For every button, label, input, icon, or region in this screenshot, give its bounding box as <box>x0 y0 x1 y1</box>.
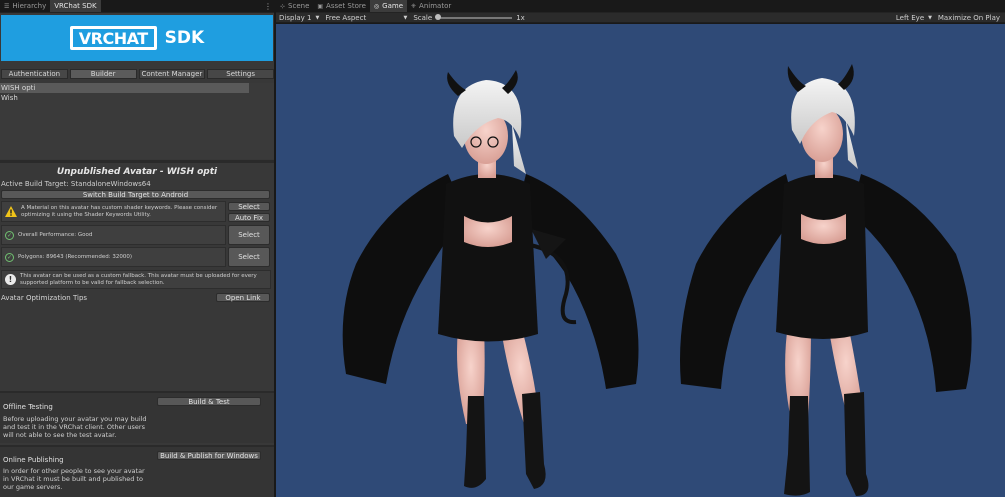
tab-scene[interactable]: ⊹ Scene <box>276 0 313 12</box>
online-publishing-section: Online Publishing Build & Publish for Wi… <box>0 445 274 497</box>
warning-text: A Material on this avatar has custom sha… <box>21 204 218 218</box>
avatar-model-left <box>342 70 639 489</box>
info-icon: ! <box>5 274 16 285</box>
online-publishing-title: Online Publishing <box>3 456 64 464</box>
vrchat-sdk-panel: ☰ Hierarchy VRChat SDK ⋮ VRCHAT SDK Auth… <box>0 0 274 497</box>
avatar-list-item-wish-opti[interactable]: WISH opti <box>0 83 249 93</box>
logo-text: VRCHAT <box>78 28 148 48</box>
tab-vrchat-sdk-label: VRChat SDK <box>54 2 97 10</box>
store-icon: ▣ <box>317 2 324 10</box>
scale-control: Scale 1x <box>410 13 527 22</box>
chevron-down-icon: ▼ <box>403 14 408 21</box>
maximize-on-play-toggle[interactable]: Maximize On Play <box>935 14 1003 22</box>
avatar-list-item-wish[interactable]: Wish <box>0 93 274 103</box>
tab-vrchat-sdk[interactable]: VRChat SDK <box>50 0 101 12</box>
optimization-tips-label: Avatar Optimization Tips <box>1 293 88 302</box>
polygons-text: Polygons: 89643 (Recommended: 32000) <box>18 253 133 260</box>
polygons-row: ✓ Polygons: 89643 (Recommended: 32000) <box>1 247 226 267</box>
panel-menu-icon[interactable]: ⋮ <box>262 0 274 12</box>
open-link-button[interactable]: Open Link <box>216 293 270 302</box>
tab-asset-store[interactable]: ▣ Asset Store <box>313 0 370 12</box>
online-publishing-description: In order for other people to see your av… <box>3 467 145 491</box>
chevron-down-icon: ▼ <box>315 14 320 21</box>
game-toolbar: Display 1 ▼ Free Aspect ▼ Scale 1x Left … <box>276 13 1005 23</box>
scale-slider-knob[interactable] <box>435 13 442 20</box>
tab-authentication[interactable]: Authentication <box>1 69 68 79</box>
warning-icon <box>5 206 17 217</box>
scene-icon: ⊹ <box>280 2 286 10</box>
select-material-button[interactable]: Select <box>228 202 270 211</box>
check-circle-icon: ✓ <box>5 230 14 240</box>
performance-text: Overall Performance: Good <box>18 231 93 238</box>
avatar-title: Unpublished Avatar - WISH opti <box>56 167 218 177</box>
left-tab-strip: ☰ Hierarchy VRChat SDK ⋮ <box>0 0 274 13</box>
build-and-test-button[interactable]: Build & Test <box>157 397 261 406</box>
scale-slider[interactable] <box>435 13 513 20</box>
game-view-panel: ⊹ Scene ▣ Asset Store ◎ Game ⁜ Animator … <box>276 0 1005 497</box>
game-icon: ◎ <box>373 2 380 10</box>
vrchat-logo: VRCHAT <box>69 26 157 50</box>
build-and-publish-button[interactable]: Build & Publish for Windows <box>157 451 261 460</box>
tab-builder[interactable]: Builder <box>69 69 137 79</box>
display-value: Display 1 <box>279 13 312 22</box>
tab-hierarchy-label: Hierarchy <box>12 2 47 10</box>
section-divider <box>0 160 274 163</box>
animator-icon: ⁜ <box>411 2 417 10</box>
tab-game[interactable]: ◎ Game <box>369 0 408 12</box>
tab-asset-store-label: Asset Store <box>326 2 366 10</box>
offline-testing-title: Offline Testing <box>3 403 53 411</box>
aspect-value: Free Aspect <box>325 13 367 22</box>
avatar-list: WISH opti Wish <box>0 83 274 159</box>
list-icon: ☰ <box>4 2 10 10</box>
tab-content-manager[interactable]: Content Manager <box>138 69 206 79</box>
display-dropdown[interactable]: Display 1 ▼ <box>276 14 322 22</box>
game-tab-strip: ⊹ Scene ▣ Asset Store ◎ Game ⁜ Animator <box>276 0 1005 13</box>
tab-scene-label: Scene <box>288 2 310 10</box>
chevron-down-icon: ▼ <box>928 14 932 21</box>
offline-testing-description: Before uploading your avatar you may bui… <box>3 415 147 439</box>
eye-value: Left Eye <box>895 13 925 22</box>
select-performance-button[interactable]: Select <box>228 225 270 245</box>
build-target-label: Active Build Target: StandaloneWindows64 <box>1 180 151 188</box>
scale-value: 1x <box>516 13 525 22</box>
sdk-logo-text: SDK <box>164 28 205 48</box>
fallback-info: ! This avatar can be used as a custom fa… <box>1 270 271 289</box>
tab-hierarchy[interactable]: ☰ Hierarchy <box>0 0 50 12</box>
fallback-text: This avatar can be used as a custom fall… <box>20 272 257 286</box>
switch-build-target-button[interactable]: Switch Build Target to Android <box>1 190 270 199</box>
tab-game-label: Game <box>382 2 404 10</box>
avatar-model-right <box>680 64 972 496</box>
auto-fix-button[interactable]: Auto Fix <box>228 213 270 222</box>
performance-row: ✓ Overall Performance: Good <box>1 225 226 245</box>
offline-testing-section: Offline Testing Build & Test Before uplo… <box>0 391 274 443</box>
optimization-tips-row: Avatar Optimization Tips Open Link <box>1 292 273 303</box>
tab-animator[interactable]: ⁜ Animator <box>407 0 455 12</box>
scale-label: Scale <box>413 13 433 22</box>
avatar-render <box>342 64 972 496</box>
game-viewport[interactable] <box>276 24 1005 497</box>
eye-dropdown[interactable]: Left Eye ▼ <box>893 14 935 22</box>
check-circle-icon: ✓ <box>5 252 14 262</box>
vrchat-sdk-banner: VRCHAT SDK <box>1 15 273 61</box>
tab-settings[interactable]: Settings <box>207 69 274 79</box>
sdk-tab-bar: Authentication Builder Content Manager S… <box>1 69 274 79</box>
select-polygons-button[interactable]: Select <box>228 247 270 267</box>
tab-animator-label: Animator <box>419 2 452 10</box>
shader-keyword-warning: A Material on this avatar has custom sha… <box>1 201 226 222</box>
aspect-dropdown[interactable]: Free Aspect ▼ <box>322 14 410 22</box>
